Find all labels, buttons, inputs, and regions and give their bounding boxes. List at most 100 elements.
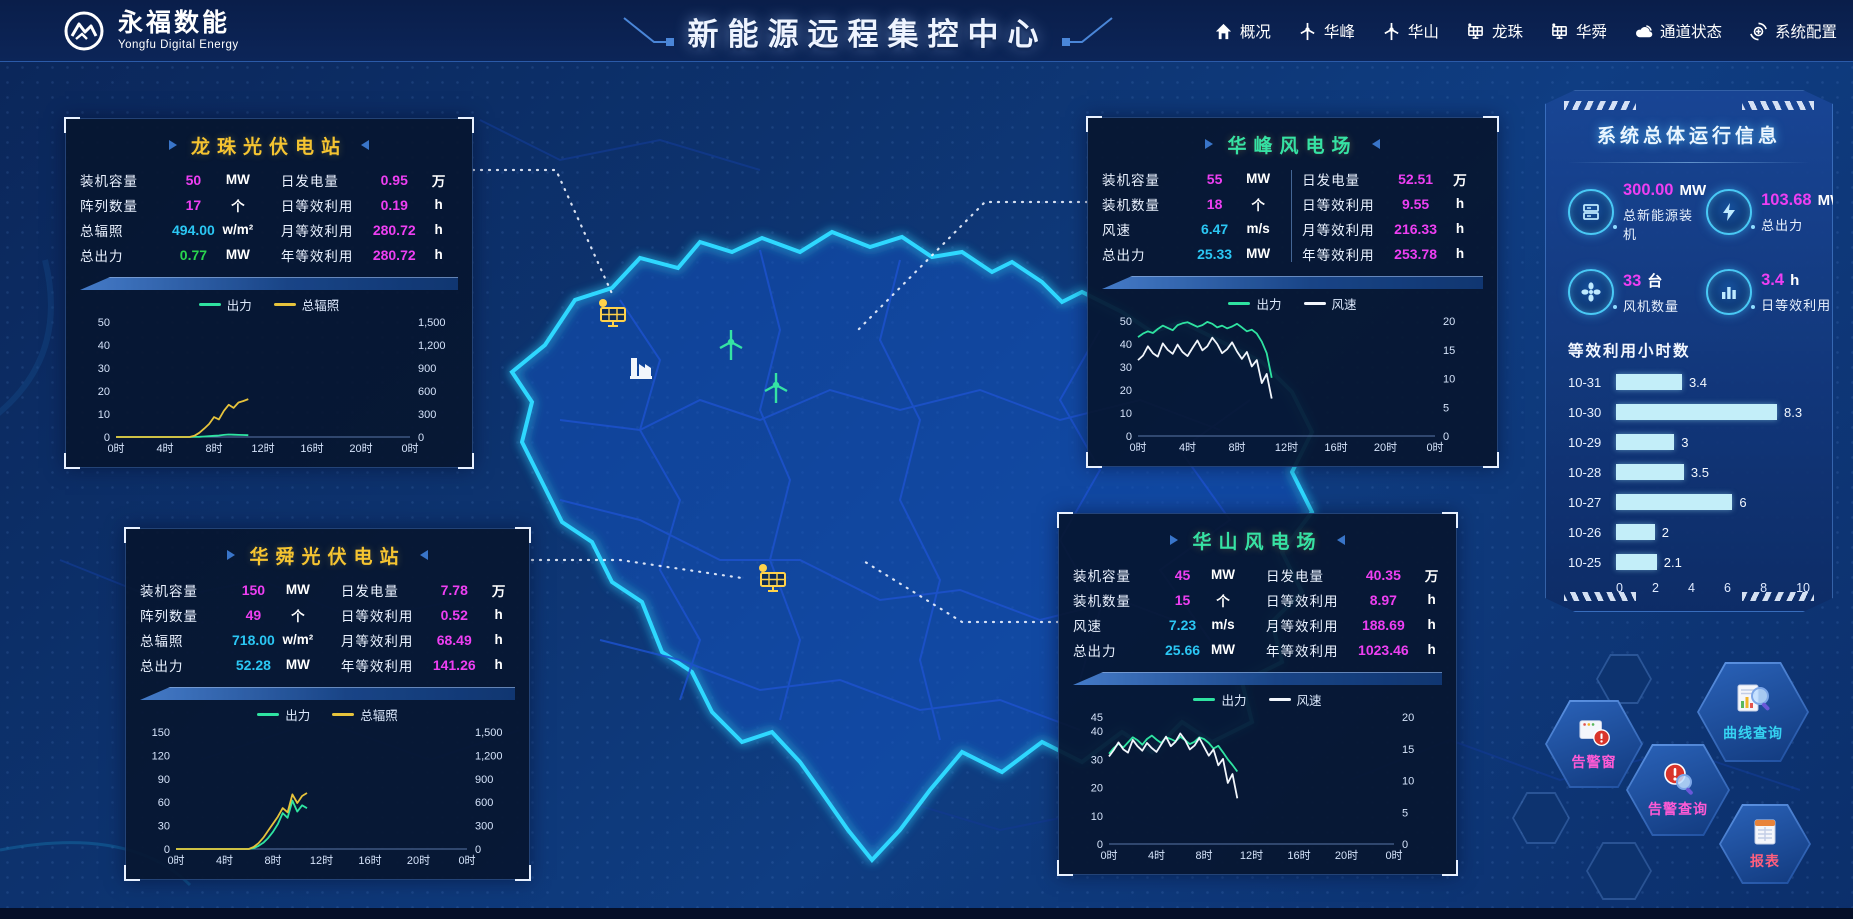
svg-text:10: 10 [98,409,110,421]
legend-item[interactable]: 出力 [1193,690,1246,709]
section-ramp-divider [1073,672,1442,685]
stat-label: 年等效利用 [281,245,373,265]
stat-label: 年等效利用 [341,655,433,675]
nav-item-channel-status[interactable]: 通道状态 [1634,20,1722,42]
stat-row: 总出力25.66MW [1073,637,1246,662]
stat-unit: MW [1818,192,1845,209]
svg-text:40: 40 [98,340,110,352]
stat-unit: m/s [1200,617,1246,632]
legend-item[interactable]: 总辐照 [332,705,398,724]
system-panel-title: 系统总体运行信息 [1568,121,1810,148]
alarm-query-icon [1660,761,1696,795]
legend-swatch-icon [1228,302,1250,305]
solar-panel-icon [1550,22,1569,41]
bar[interactable] [1616,494,1732,510]
nav-label: 华峰 [1324,20,1355,42]
map-wind-turbine-icon[interactable] [720,330,742,360]
stat-unit: 万 [1437,169,1483,189]
station-name: 华舜光伏电站 [249,542,405,569]
map-wind-turbine-icon[interactable] [765,373,787,403]
bar[interactable] [1616,404,1777,420]
chart-legend: 出力 总辐照 [80,294,458,314]
svg-text:20: 20 [1091,783,1103,795]
stat-value: 6.47 [1194,221,1235,237]
report-button[interactable]: 报表 [1719,804,1811,884]
legend-item[interactable]: 风速 [1304,294,1357,313]
map-factory-icon[interactable] [630,358,652,379]
stat-label: 月等效利用 [1266,615,1358,635]
nav-item-system-config[interactable]: 系统配置 [1749,20,1837,42]
legend-item[interactable]: 出力 [1228,294,1281,313]
legend-item[interactable]: 风速 [1269,690,1322,709]
stat-label: 装机容量 [80,170,172,190]
stat-label: 总辐照 [80,220,172,240]
page-title: 新能源远程集控中心 [688,9,1048,54]
legend-item[interactable]: 出力 [199,295,252,314]
stat-value: 300.00 [1623,181,1673,199]
stat-turbine-count: 33台 风机数量 [1568,269,1706,315]
nav-item-overview[interactable]: 概况 [1214,20,1271,42]
storage-icon [1568,189,1614,235]
chart-legend: 出力 风速 [1073,689,1442,709]
stat-value: 0.52 [433,607,476,623]
bar-value: 8.3 [1784,405,1802,420]
bar-value: 2.1 [1664,555,1682,570]
stat-row: 日发电量40.35万 [1266,562,1455,587]
map-solar-station-icon[interactable] [759,564,785,591]
svg-text:20时: 20时 [349,442,372,455]
nav-item-huashan[interactable]: 华山 [1382,20,1439,42]
svg-text:20: 20 [1443,316,1455,328]
alarm-query-button[interactable]: 告警查询 [1626,744,1730,836]
svg-text:1,500: 1,500 [475,727,503,739]
svg-text:16时: 16时 [1324,441,1347,454]
nav-item-longzhu[interactable]: 龙珠 [1466,20,1523,42]
svg-text:0时: 0时 [1100,849,1117,862]
legend-item[interactable]: 总辐照 [274,295,340,314]
stat-label: 月等效利用 [341,630,433,650]
huashun-day-curve-chart: 030609012015003006009001,2001,5000时4时8时1… [140,724,515,871]
legend-label: 风速 [1332,294,1357,313]
stat-total-capacity: 300.00MW 总新能源装机 [1568,181,1706,243]
equivalent-hours-bar-chart: 10-313.410-308.310-29310-283.510-27610-2… [1568,367,1810,577]
hazard-stripe-icon [1564,592,1636,601]
stat-unit: 万 [1409,565,1455,585]
stat-row: 总辐照718.00w/m² [140,627,321,652]
svg-text:16时: 16时 [358,854,381,867]
nav-label: 华山 [1408,20,1439,42]
legend-item[interactable]: 出力 [257,705,310,724]
stat-label: 日等效利用 [1761,295,1831,314]
bar[interactable] [1616,554,1657,570]
stat-row: 月等效利用216.33h [1302,216,1483,241]
bar-category-label: 10-29 [1568,435,1616,450]
bar-category-label: 10-25 [1568,555,1616,570]
stat-label: 日发电量 [1266,565,1358,585]
bar[interactable] [1616,434,1674,450]
bar[interactable] [1616,374,1682,390]
bar[interactable] [1616,464,1684,480]
section-ramp-divider [80,277,458,290]
nav-item-huafeng[interactable]: 华峰 [1298,20,1355,42]
stat-label: 装机容量 [140,580,232,600]
bar[interactable] [1616,524,1655,540]
bar-axis-tick: 6 [1724,581,1731,595]
stat-unit: MW [1679,182,1706,199]
stat-value: 8.97 [1358,592,1409,608]
section-ramp-divider [1102,276,1483,289]
svg-text:10: 10 [1091,811,1103,823]
stat-label: 月等效利用 [281,220,373,240]
stat-row: 装机数量18个 [1102,191,1281,216]
stat-unit: h [416,222,462,237]
map-solar-station-icon[interactable] [599,299,625,326]
stat-value: 18 [1194,196,1235,212]
nav-item-huashun[interactable]: 华舜 [1550,20,1607,42]
stat-unit: 万 [416,170,462,190]
svg-text:40: 40 [1120,339,1132,351]
stat-unit: 个 [1235,194,1281,214]
fan-icon [1568,269,1614,315]
stat-value: 49 [232,607,275,623]
bar-axis-tick: 4 [1688,581,1695,595]
stat-unit: h [1409,642,1455,657]
stat-value: 494.00 [172,222,215,238]
legend-label: 出力 [1221,690,1246,709]
svg-text:1,500: 1,500 [418,317,446,329]
